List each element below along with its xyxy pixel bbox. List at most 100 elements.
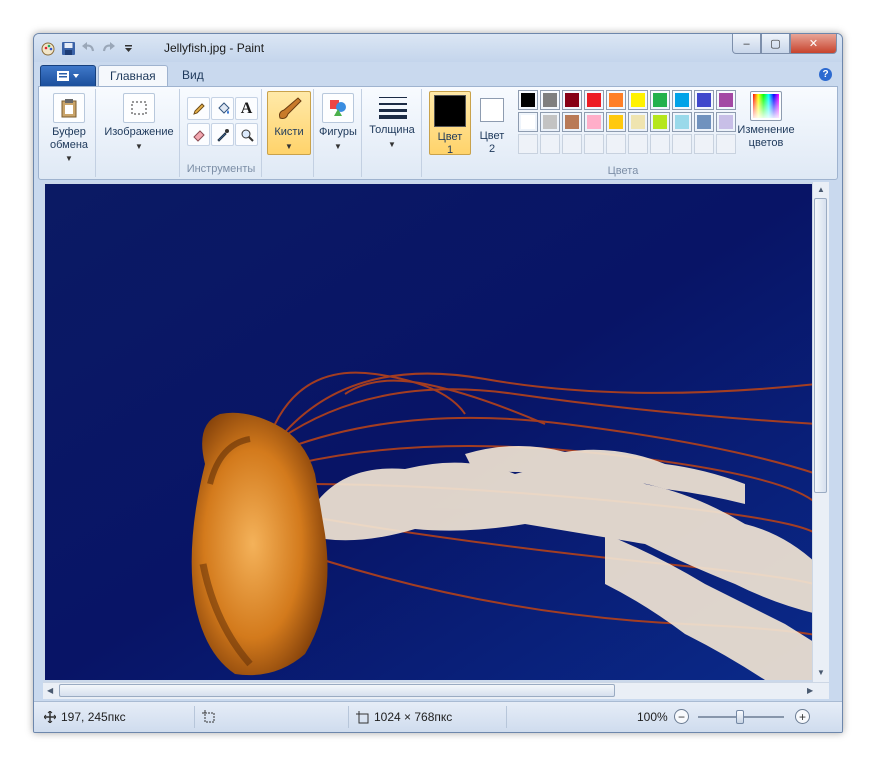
palette-empty-swatch[interactable] [584, 134, 604, 154]
scroll-up-icon[interactable]: ▲ [817, 185, 825, 194]
scroll-right-icon[interactable]: ▶ [807, 686, 813, 695]
line-width-icon [377, 93, 407, 121]
tools-group-label: Инструменты [186, 163, 256, 175]
palette-color-swatch[interactable] [584, 90, 604, 110]
shapes-button[interactable]: Фигуры ▼ [317, 93, 359, 153]
group-clipboard: Буфер обмена ▼ [41, 89, 96, 177]
palette-color-fill [587, 115, 601, 129]
palette-empty-swatch[interactable] [606, 134, 626, 154]
quick-access-toolbar [40, 40, 136, 56]
cursor-move-icon [44, 711, 56, 723]
minimize-button[interactable]: ‒ [732, 34, 761, 54]
title-bar: Jellyfish.jpg - Paint ‒ ▢ ✕ [34, 34, 842, 62]
zoom-out-button[interactable]: − [674, 709, 689, 724]
eraser-icon[interactable] [187, 123, 210, 146]
palette-color-fill [719, 93, 733, 107]
tab-view[interactable]: Вид [171, 65, 215, 86]
color2-button[interactable]: Цвет 2 [473, 91, 511, 156]
zoom-in-button[interactable]: + [795, 709, 810, 724]
scroll-down-icon[interactable]: ▼ [817, 668, 825, 677]
clipboard-button[interactable]: Буфер обмена ▼ [45, 93, 93, 165]
palette-color-fill [587, 93, 601, 107]
palette-color-swatch[interactable] [562, 90, 582, 110]
vertical-scrollbar[interactable]: ▲ ▼ [812, 182, 829, 688]
select-icon [123, 93, 155, 123]
color1-button[interactable]: Цвет 1 [429, 91, 471, 156]
color2-swatch [480, 98, 504, 122]
window-title: Jellyfish.jpg - Paint [164, 41, 265, 55]
pencil-icon[interactable] [187, 97, 210, 120]
customize-qat-icon[interactable] [120, 40, 136, 56]
redo-icon[interactable] [100, 40, 116, 56]
palette-color-swatch[interactable] [562, 112, 582, 132]
palette-empty-swatch[interactable] [540, 134, 560, 154]
horizontal-scroll-thumb[interactable] [59, 684, 615, 697]
status-separator [348, 706, 349, 728]
palette-color-swatch[interactable] [650, 90, 670, 110]
palette-color-fill [697, 93, 711, 107]
palette-color-swatch[interactable] [628, 112, 648, 132]
colors-group-label: Цвета [607, 165, 639, 177]
palette-color-fill [653, 93, 667, 107]
selection-size [202, 710, 215, 723]
undo-icon[interactable] [80, 40, 96, 56]
horizontal-scrollbar[interactable]: ◀ ▶ [43, 682, 829, 699]
palette-empty-swatch[interactable] [694, 134, 714, 154]
edit-colors-label-line2: цветов [748, 137, 784, 149]
canvas-image[interactable] [45, 184, 817, 680]
selection-size-icon [202, 710, 215, 723]
palette-color-swatch[interactable] [540, 90, 560, 110]
close-button[interactable]: ✕ [790, 34, 837, 54]
vertical-scroll-thumb[interactable] [814, 198, 827, 493]
image-size-icon [356, 710, 369, 723]
palette-color-fill [631, 115, 645, 129]
status-separator [506, 706, 507, 728]
clipboard-icon [53, 93, 85, 123]
status-separator [194, 706, 195, 728]
magnifier-icon[interactable] [235, 123, 258, 146]
palette-color-swatch[interactable] [518, 90, 538, 110]
color-picker-icon[interactable] [211, 123, 234, 146]
paint-app-icon[interactable] [40, 40, 56, 56]
app-menu-button[interactable] [40, 65, 96, 87]
palette-color-swatch[interactable] [584, 112, 604, 132]
palette-empty-swatch[interactable] [650, 134, 670, 154]
image-button[interactable]: Изображение ▼ [101, 93, 177, 153]
palette-color-swatch[interactable] [694, 90, 714, 110]
shapes-label: Фигуры [319, 126, 357, 138]
palette-color-swatch[interactable] [650, 112, 670, 132]
jellyfish-image [45, 184, 817, 680]
size-button[interactable]: Толщина ▼ [365, 93, 419, 151]
palette-empty-swatch[interactable] [628, 134, 648, 154]
palette-color-swatch[interactable] [672, 90, 692, 110]
palette-empty-swatch[interactable] [518, 134, 538, 154]
group-size: Толщина ▼ [363, 89, 422, 177]
brushes-button[interactable]: Кисти ▼ [267, 91, 311, 155]
palette-color-swatch[interactable] [628, 90, 648, 110]
help-icon[interactable]: ? [819, 68, 832, 81]
palette-color-fill [675, 115, 689, 129]
scroll-left-icon[interactable]: ◀ [47, 686, 53, 695]
palette-empty-swatch[interactable] [562, 134, 582, 154]
chevron-down-icon: ▼ [388, 140, 396, 149]
group-shapes: Фигуры ▼ [315, 89, 362, 177]
palette-color-swatch[interactable] [606, 112, 626, 132]
shapes-icon [322, 93, 354, 123]
maximize-button[interactable]: ▢ [761, 34, 790, 54]
palette-color-swatch[interactable] [672, 112, 692, 132]
fill-bucket-icon[interactable] [211, 97, 234, 120]
palette-color-swatch[interactable] [606, 90, 626, 110]
chevron-down-icon: ▼ [334, 142, 342, 151]
edit-colors-button[interactable]: Изменение цветов [733, 91, 799, 150]
palette-color-swatch[interactable] [518, 112, 538, 132]
palette-color-swatch[interactable] [540, 112, 560, 132]
palette-empty-swatch[interactable] [672, 134, 692, 154]
save-icon[interactable] [60, 40, 76, 56]
palette-color-swatch[interactable] [694, 112, 714, 132]
zoom-slider-thumb[interactable] [736, 710, 744, 724]
tab-home[interactable]: Главная [98, 65, 168, 87]
text-tool-icon[interactable]: A [235, 97, 258, 120]
palette-color-fill [609, 93, 623, 107]
clipboard-label-line2: обмена [49, 139, 89, 151]
size-label: Толщина [369, 124, 415, 136]
